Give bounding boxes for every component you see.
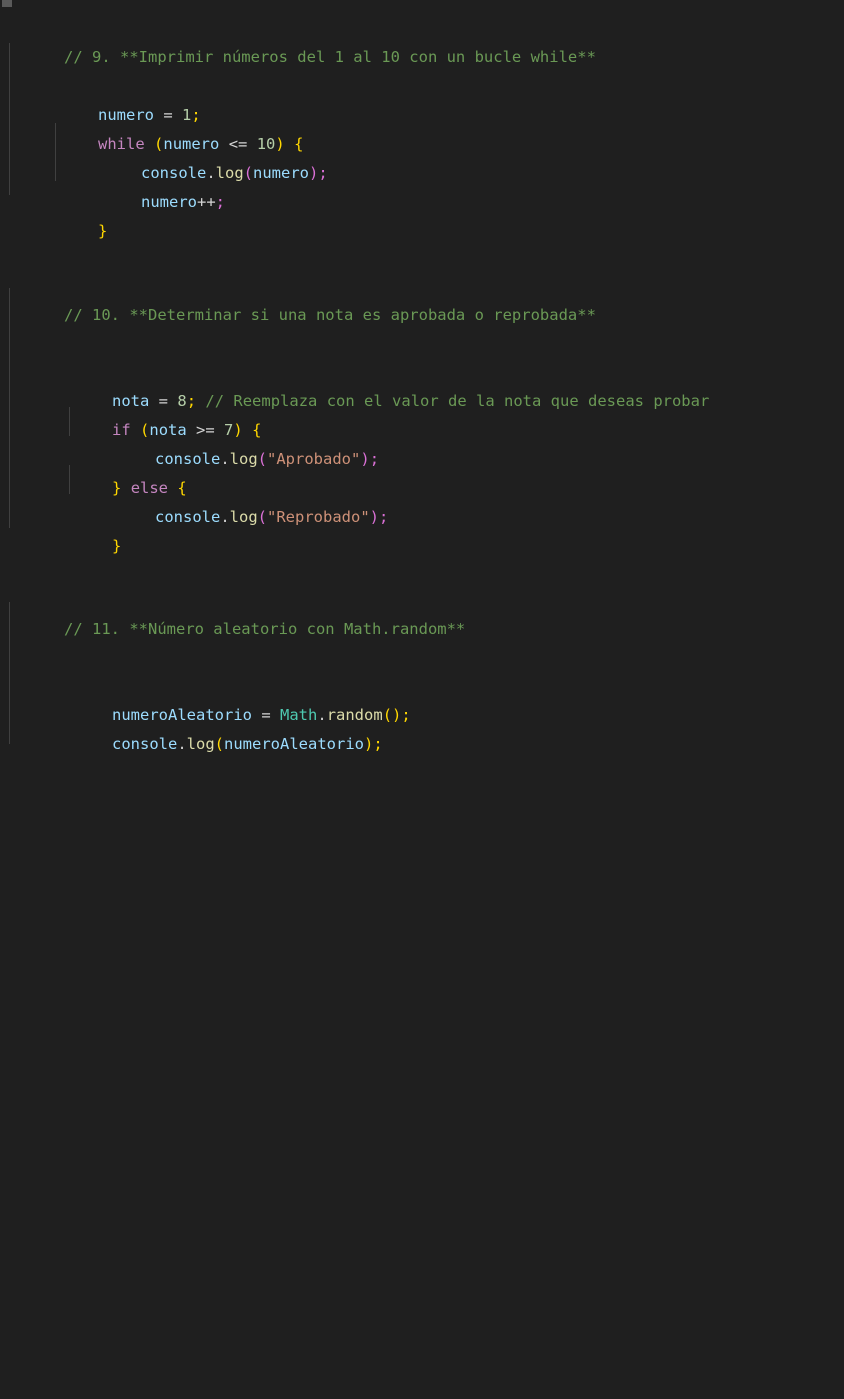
horizontal-scrollbar-thumb[interactable] [2, 0, 12, 7]
code-line-else-header[interactable]: } else { [56, 445, 187, 497]
code-line-comment-9[interactable]: // 9. **Imprimir números del 1 al 10 con… [8, 14, 596, 66]
code-line-numero-aleatorio-assign[interactable]: numeroAleatorio = Math.random(); [56, 672, 411, 724]
comment-token: // 9. **Imprimir números del 1 al 10 con… [64, 48, 596, 66]
code-line-comment-11[interactable]: // 11. **Número aleatorio con Math.rando… [8, 586, 465, 638]
code-content[interactable]: // 9. **Imprimir números del 1 al 10 con… [0, 7, 844, 753]
operator-increment: ++ [197, 193, 216, 211]
inline-comment-nota: // Reemplaza con el valor de la nota que… [205, 392, 710, 410]
code-line-console-log-aprobado[interactable]: console.log("Aprobado"); [99, 416, 379, 468]
code-line-console-log-reprobado[interactable]: console.log("Reprobado"); [99, 474, 388, 526]
semicolon-2: ; [318, 164, 328, 182]
identifier-numero-incr: numero [141, 193, 197, 211]
code-line-else-close[interactable]: } [56, 503, 121, 555]
semicolon-5: ; [369, 450, 380, 468]
paren-close-log-4: ) [364, 735, 374, 753]
semicolon-3: ; [215, 193, 226, 211]
function-log: log [229, 508, 258, 526]
brace-close-while: } [98, 222, 108, 240]
code-line-nota-assign[interactable]: nota = 8; // Reemplaza con el valor de l… [56, 358, 709, 410]
code-editor-surface[interactable]: // 9. **Imprimir números del 1 al 10 con… [0, 0, 844, 753]
code-line-console-log-numero-aleatorio[interactable]: console.log(numeroAleatorio); [56, 701, 383, 753]
code-line-while-header[interactable]: while (numero <= 10) { [42, 101, 303, 153]
semicolon-8: ; [373, 735, 383, 753]
dot-3: . [220, 508, 230, 526]
argument-numero: numero [253, 164, 310, 182]
paren-open-log-4: ( [214, 735, 225, 753]
code-line-if-header[interactable]: if (nota >= 7) { [56, 387, 261, 439]
semicolon-7: ; [401, 706, 411, 724]
code-line-while-close[interactable]: } [42, 188, 107, 240]
identifier-console: console [112, 735, 178, 753]
dot-2: . [220, 450, 230, 468]
paren-open-log-2: ( [257, 450, 268, 468]
dot-5: . [177, 735, 187, 753]
brace-close-else: } [112, 537, 122, 555]
code-line-numero-increment[interactable]: numero++; [85, 159, 225, 211]
comment-token: // 10. **Determinar si una nota es aprob… [64, 306, 596, 324]
paren-close-random: ) [392, 706, 402, 724]
paren-open-log-3: ( [257, 508, 268, 526]
paren-close-log-3: ) [369, 508, 380, 526]
function-log: log [186, 735, 215, 753]
paren-open-log-1: ( [243, 164, 254, 182]
code-line-numero-assign[interactable]: numero = 1; [42, 72, 201, 124]
paren-close-log-1: ) [309, 164, 319, 182]
string-aprobado: "Aprobado" [267, 450, 361, 468]
function-log: log [229, 450, 258, 468]
comment-token: // 11. **Número aleatorio con Math.rando… [64, 620, 466, 638]
identifier-console: console [155, 508, 221, 526]
argument-numero-aleatorio: numeroAleatorio [224, 735, 364, 753]
paren-close-log-2: ) [360, 450, 370, 468]
horizontal-scrollbar-track[interactable] [0, 0, 844, 7]
string-reprobado: "Reprobado" [267, 508, 370, 526]
semicolon-6: ; [379, 508, 389, 526]
code-line-comment-10[interactable]: // 10. **Determinar si una nota es aprob… [8, 272, 596, 324]
code-line-console-log-numero[interactable]: console.log(numero); [85, 130, 328, 182]
paren-open-random: ( [382, 706, 393, 724]
